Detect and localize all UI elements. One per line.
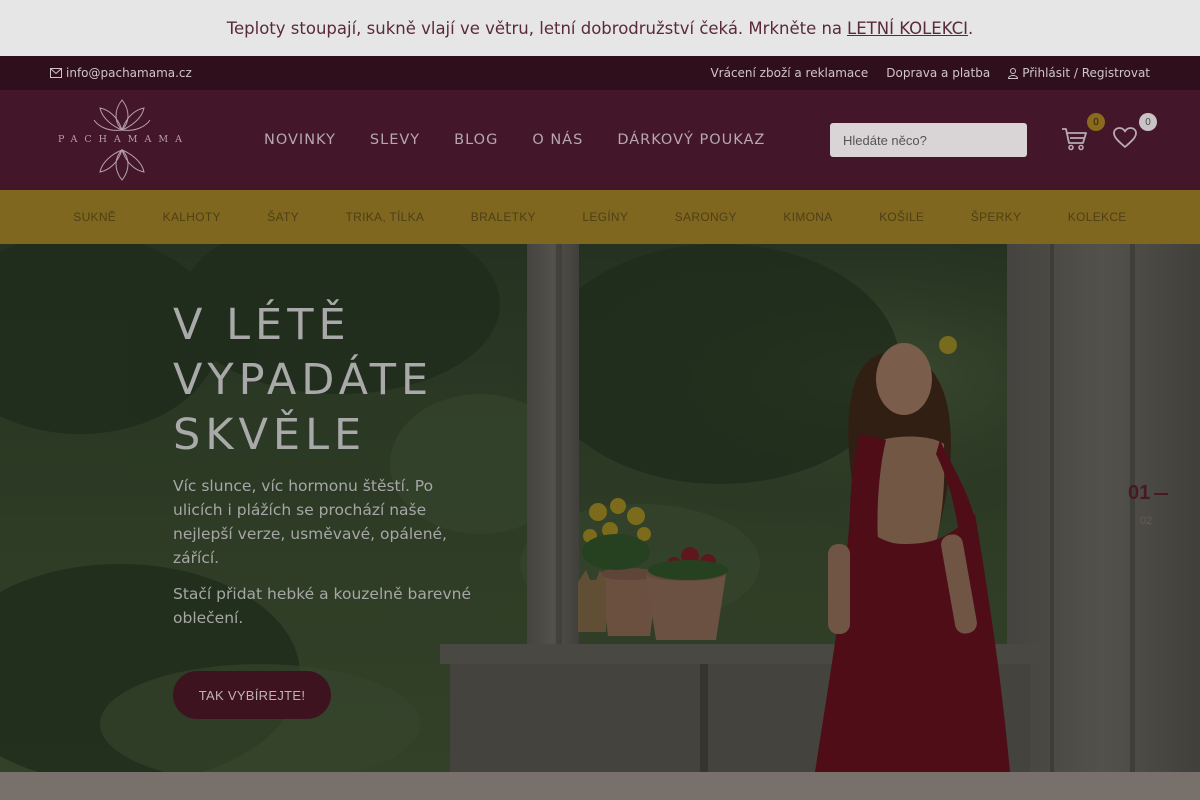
- hero-title-line-3: SKVĚLE: [173, 410, 367, 460]
- logo[interactable]: PACHAMAMA: [58, 98, 186, 182]
- nav-o-nas[interactable]: O NÁS: [532, 132, 583, 148]
- announcement-text: Teploty stoupají, sukně vlají ve větru, …: [226, 18, 843, 38]
- nav-blog[interactable]: BLOG: [454, 132, 498, 148]
- announcement-bar: Teploty stoupají, sukně vlají ve větru, …: [0, 0, 1200, 56]
- cart-button[interactable]: 0: [1061, 113, 1105, 153]
- category-kalhoty[interactable]: KALHOTY: [163, 210, 221, 224]
- category-braletky[interactable]: BRALETKY: [471, 210, 536, 224]
- login-link[interactable]: Přihlásit / Registrovat: [1008, 66, 1150, 80]
- category-bar: SUKNĚ KALHOTY ŠATY TRIKA, TÍLKA BRALETKY…: [0, 190, 1200, 244]
- utility-links: Vrácení zboží a reklamace Doprava a plat…: [710, 66, 1150, 80]
- announcement-end: .: [968, 18, 974, 38]
- email-link[interactable]: info@pachamama.cz: [50, 66, 192, 80]
- section-divider: [0, 772, 1200, 800]
- hero-paragraph-2: Stačí přidat hebké a kouzelně barevné ob…: [173, 585, 471, 627]
- logo-wordmark: PACHAMAMA: [58, 134, 189, 145]
- summer-collection-link[interactable]: LETNÍ KOLEKCI: [847, 19, 968, 38]
- user-icon: [1008, 67, 1019, 79]
- category-leginy[interactable]: LEGÍNY: [582, 210, 628, 224]
- hero-slider: V LÉTĚ VYPADÁTE SKVĚLE Víc slunce, víc h…: [0, 244, 1200, 772]
- envelope-icon: [50, 68, 62, 78]
- category-kolekce[interactable]: KOLEKCE: [1068, 210, 1127, 224]
- utility-bar: info@pachamama.cz Vrácení zboží a reklam…: [0, 56, 1200, 90]
- search-box: [830, 123, 1027, 157]
- slide-1-number: 01: [1128, 482, 1151, 504]
- category-sukne[interactable]: SUKNĚ: [73, 210, 116, 224]
- returns-link[interactable]: Vrácení zboží a reklamace: [710, 66, 868, 80]
- slide-2-indicator[interactable]: 02: [1140, 515, 1178, 527]
- category-sperky[interactable]: ŠPERKY: [971, 210, 1022, 224]
- hero-title: V LÉTĚ VYPADÁTE SKVĚLE: [173, 298, 533, 463]
- nav-slevy[interactable]: SLEVY: [370, 132, 420, 148]
- slide-active-bar: [1154, 492, 1169, 495]
- category-sarongy[interactable]: SARONGY: [675, 210, 737, 224]
- nav-novinky[interactable]: NOVINKY: [264, 132, 336, 148]
- heart-icon: [1113, 127, 1137, 148]
- wishlist-count-badge: 0: [1139, 113, 1157, 131]
- category-saty[interactable]: ŠATY: [267, 210, 299, 224]
- category-kimona[interactable]: KIMONA: [783, 210, 832, 224]
- main-nav: NOVINKY SLEVY BLOG O NÁS DÁRKOVÝ POUKAZ: [264, 90, 765, 190]
- main-header: PACHAMAMA NOVINKY SLEVY BLOG O NÁS DÁRKO…: [0, 90, 1200, 190]
- slide-indicator: 01 02: [1128, 482, 1178, 527]
- category-trika-tilka[interactable]: TRIKA, TÍLKA: [345, 210, 424, 224]
- hero-title-line-2: VYPADÁTE: [173, 355, 434, 405]
- email-text: info@pachamama.cz: [66, 66, 192, 80]
- cart-icon: [1062, 128, 1087, 151]
- hero-paragraph-1: Víc slunce, víc hormonu štěstí. Po ulicí…: [173, 477, 447, 567]
- login-text: Přihlásit / Registrovat: [1022, 66, 1150, 80]
- slide-1-indicator[interactable]: 01: [1128, 482, 1178, 505]
- shop-now-button[interactable]: TAK VYBÍREJTE!: [173, 671, 331, 719]
- wishlist-button[interactable]: 0: [1113, 113, 1157, 153]
- shipping-link[interactable]: Doprava a platba: [886, 66, 990, 80]
- category-kosile[interactable]: KOŠILE: [879, 210, 924, 224]
- search-input[interactable]: [843, 132, 1013, 148]
- cart-count-badge: 0: [1087, 113, 1105, 131]
- nav-darkovy-poukaz[interactable]: DÁRKOVÝ POUKAZ: [617, 132, 765, 148]
- hero-title-line-1: V LÉTĚ: [173, 300, 351, 350]
